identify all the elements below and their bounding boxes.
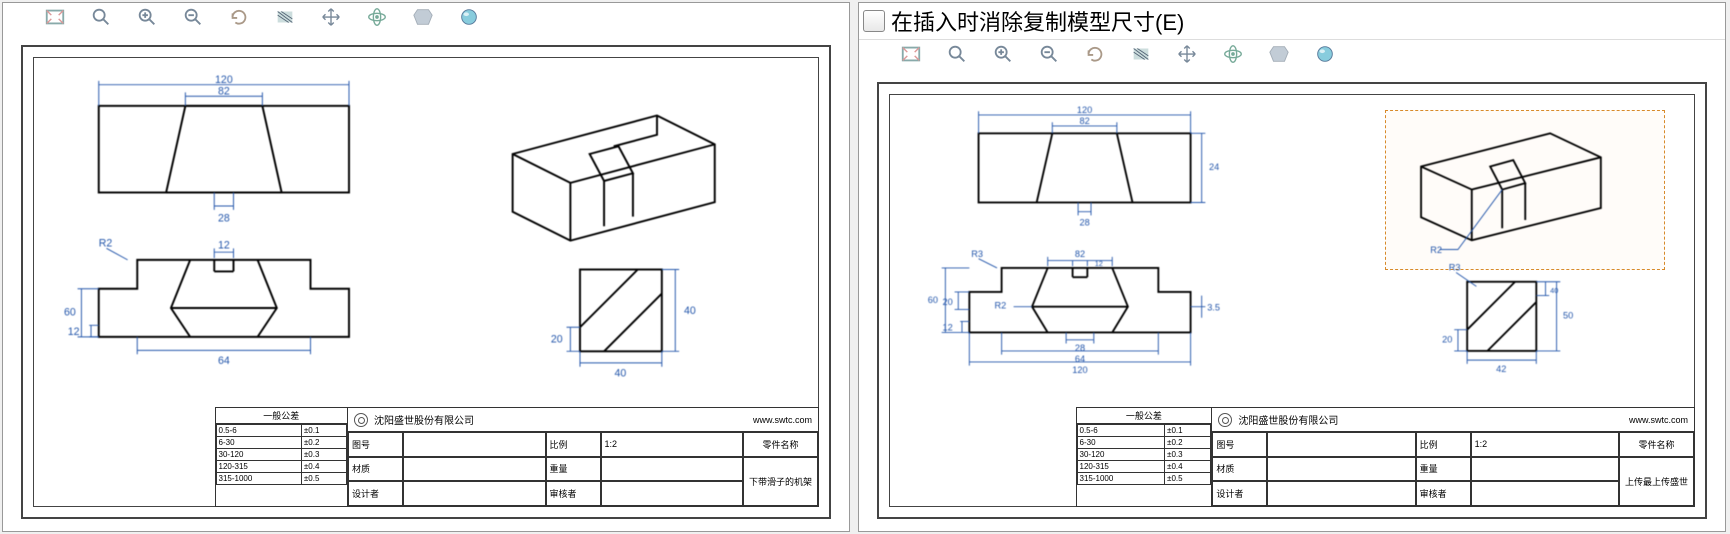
zoom-fit-icon[interactable] [43, 5, 67, 29]
company-name: 沈阳盛世股份有限公司 [374, 412, 474, 427]
view-toolbar-right [859, 40, 1725, 68]
svg-text:120: 120 [1077, 105, 1092, 115]
pan-icon[interactable] [319, 5, 343, 29]
svg-text:R2: R2 [994, 301, 1006, 311]
svg-text:120: 120 [215, 74, 233, 86]
part-name: 下带滑子的机架 [743, 457, 818, 506]
svg-text:40: 40 [684, 305, 696, 317]
section-icon[interactable] [1129, 42, 1153, 66]
svg-text:40: 40 [1550, 286, 1558, 295]
svg-text:28: 28 [1079, 218, 1089, 228]
zoom-fit-icon[interactable] [899, 42, 923, 66]
appearance-icon[interactable] [1313, 42, 1337, 66]
svg-text:82: 82 [1075, 249, 1085, 259]
drawing-views-right: 120 82 28 24 [897, 102, 1687, 397]
svg-text:20: 20 [1442, 335, 1452, 345]
orbit-icon[interactable] [1221, 42, 1245, 66]
svg-text:12: 12 [943, 323, 953, 333]
drawing-sheet-wrap-right: 120 82 28 24 [859, 68, 1725, 531]
svg-text:12: 12 [68, 326, 80, 338]
svg-text:R3: R3 [1449, 263, 1461, 273]
company-url: www.swtc.com [753, 415, 812, 425]
svg-text:60: 60 [928, 295, 938, 305]
svg-text:20: 20 [551, 334, 563, 346]
rotate-icon[interactable] [227, 5, 251, 29]
svg-text:R2: R2 [1430, 245, 1442, 255]
svg-text:R2: R2 [99, 237, 113, 249]
rotate-icon[interactable] [1083, 42, 1107, 66]
svg-text:R3: R3 [971, 249, 983, 259]
svg-text:60: 60 [64, 307, 76, 319]
svg-text:50: 50 [1563, 311, 1573, 321]
zoom-in-icon[interactable] [135, 5, 159, 29]
zoom-window-icon[interactable] [945, 42, 969, 66]
svg-text:82: 82 [1079, 116, 1089, 126]
svg-text:82: 82 [218, 85, 230, 97]
svg-text:12: 12 [218, 239, 230, 251]
svg-text:64: 64 [218, 355, 230, 367]
zoom-out-icon[interactable] [1037, 42, 1061, 66]
view-toolbar [3, 3, 849, 31]
svg-text:28: 28 [1075, 343, 1085, 353]
svg-text:28: 28 [218, 212, 230, 224]
svg-text:120: 120 [1072, 365, 1087, 375]
svg-text:3.5: 3.5 [1207, 302, 1220, 312]
company-row: 沈阳盛世股份有限公司 www.swtc.com [348, 408, 818, 432]
view-icon[interactable] [411, 5, 435, 29]
orbit-icon[interactable] [365, 5, 389, 29]
tolerance-table: 0.5-6±0.1 6-30±0.2 30-120±0.3 120-315±0.… [216, 424, 348, 485]
pan-icon[interactable] [1175, 42, 1199, 66]
svg-text:24: 24 [1209, 162, 1219, 172]
view-icon[interactable] [1267, 42, 1291, 66]
zoom-out-icon[interactable] [181, 5, 205, 29]
svg-text:20: 20 [943, 297, 953, 307]
company-logo-icon [354, 413, 368, 427]
option-bar: 在插入时消除复制模型尺寸(E) [859, 3, 1725, 40]
zoom-window-icon[interactable] [89, 5, 113, 29]
section-icon[interactable] [273, 5, 297, 29]
drawing-sheet-right[interactable]: 120 82 28 24 [877, 82, 1707, 519]
eliminate-duplicate-dims-checkbox[interactable] [863, 10, 885, 32]
drawing-views: 120 82 28 [41, 65, 811, 397]
drawing-panel-right: 在插入时消除复制模型尺寸(E) [858, 2, 1726, 532]
tolerance-header: 一般公差 [216, 408, 348, 424]
svg-text:42: 42 [1496, 364, 1506, 374]
appearance-icon[interactable] [457, 5, 481, 29]
drawing-sheet-wrap: 120 82 28 [3, 31, 849, 531]
company-logo-icon [1218, 413, 1232, 427]
title-block-right: 一般公差 0.5-6±0.1 6-30±0.2 30-120±0.3 120-3… [1076, 407, 1696, 507]
svg-text:12: 12 [1095, 259, 1103, 268]
title-block: 一般公差 0.5-6±0.1 6-30±0.2 30-120±0.3 120-3… [215, 407, 820, 507]
eliminate-duplicate-dims-label: 在插入时消除复制模型尺寸(E) [891, 5, 1184, 37]
zoom-in-icon[interactable] [991, 42, 1015, 66]
drawing-panel-left: 120 82 28 [2, 2, 850, 532]
partname-label: 零件名称 [743, 432, 818, 457]
svg-text:40: 40 [615, 367, 627, 379]
drawing-sheet[interactable]: 120 82 28 [21, 45, 831, 519]
svg-text:64: 64 [1075, 354, 1085, 364]
